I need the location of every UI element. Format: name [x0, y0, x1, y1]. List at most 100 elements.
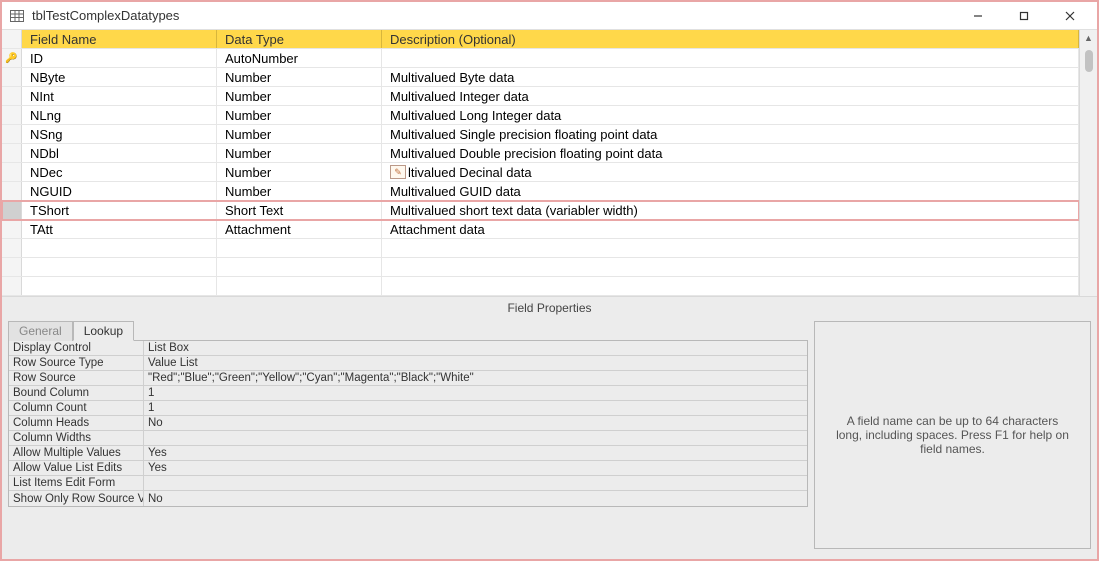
field-row[interactable]: TAttAttachmentAttachment data — [2, 220, 1079, 239]
row-selector[interactable] — [2, 106, 22, 124]
scroll-thumb[interactable] — [1085, 50, 1093, 72]
cell-field-name[interactable] — [22, 239, 217, 257]
cell-data-type[interactable]: Number — [217, 144, 382, 162]
cell-data-type[interactable]: Attachment — [217, 220, 382, 238]
field-row[interactable] — [2, 277, 1079, 296]
row-selector[interactable] — [2, 68, 22, 86]
cell-data-type[interactable] — [217, 277, 382, 295]
row-selector[interactable] — [2, 277, 22, 295]
row-selector[interactable] — [2, 125, 22, 143]
cell-description[interactable]: Multivalued Byte data — [382, 68, 1079, 86]
cell-description[interactable]: Multivalued Single precision floating po… — [382, 125, 1079, 143]
field-row[interactable]: NSngNumberMultivalued Single precision f… — [2, 125, 1079, 144]
cell-description[interactable] — [382, 258, 1079, 276]
cell-data-type[interactable] — [217, 258, 382, 276]
tab-lookup[interactable]: Lookup — [73, 321, 134, 341]
cell-description[interactable]: Multivalued short text data (variabler w… — [382, 201, 1079, 219]
row-selector[interactable] — [2, 182, 22, 200]
header-description[interactable]: Description (Optional) — [382, 30, 1079, 48]
cell-field-name[interactable]: NDec — [22, 163, 217, 181]
cell-field-name[interactable]: NSng — [22, 125, 217, 143]
cell-field-name[interactable]: NGUID — [22, 182, 217, 200]
field-row[interactable] — [2, 258, 1079, 277]
cell-data-type[interactable]: Number — [217, 87, 382, 105]
property-value[interactable]: List Box — [144, 341, 807, 355]
property-value[interactable]: Value List — [144, 356, 807, 370]
property-value[interactable]: 1 — [144, 386, 807, 400]
cell-description[interactable]: Attachment data — [382, 220, 1079, 238]
minimize-button[interactable] — [955, 2, 1001, 30]
field-row[interactable] — [2, 239, 1079, 258]
property-value[interactable] — [144, 431, 807, 445]
property-row[interactable]: Column Widths — [9, 431, 807, 446]
property-value[interactable]: No — [144, 416, 807, 430]
cell-field-name[interactable]: TShort — [22, 201, 217, 219]
cell-field-name[interactable]: NInt — [22, 87, 217, 105]
cell-field-name[interactable] — [22, 277, 217, 295]
row-selector[interactable] — [2, 87, 22, 105]
property-row[interactable]: Allow Value List EditsYes — [9, 461, 807, 476]
property-value[interactable]: Yes — [144, 461, 807, 475]
tab-general[interactable]: General — [8, 321, 73, 341]
property-row[interactable]: Column HeadsNo — [9, 416, 807, 431]
property-row[interactable]: Allow Multiple ValuesYes — [9, 446, 807, 461]
cell-data-type[interactable] — [217, 239, 382, 257]
row-selector[interactable] — [2, 258, 22, 276]
smart-tag-icon[interactable]: ✎ — [390, 165, 406, 179]
cell-description[interactable]: ✎ltivalued Decinal data — [382, 163, 1079, 181]
property-row[interactable]: Bound Column1 — [9, 386, 807, 401]
property-value[interactable] — [144, 476, 807, 490]
field-row[interactable]: NDecNumber✎ltivalued Decinal data — [2, 163, 1079, 182]
property-row[interactable]: Display ControlList Box — [9, 341, 807, 356]
vertical-scrollbar[interactable]: ▲ — [1079, 30, 1097, 296]
row-selector[interactable] — [2, 163, 22, 181]
cell-data-type[interactable]: AutoNumber — [217, 49, 382, 67]
close-button[interactable] — [1047, 2, 1093, 30]
cell-field-name[interactable]: TAtt — [22, 220, 217, 238]
row-selector[interactable] — [2, 239, 22, 257]
cell-description[interactable]: Multivalued Integer data — [382, 87, 1079, 105]
cell-field-name[interactable] — [22, 258, 217, 276]
row-selector[interactable]: 🔑 — [2, 49, 22, 67]
property-value[interactable]: "Red";"Blue";"Green";"Yellow";"Cyan";"Ma… — [144, 371, 807, 385]
cell-data-type[interactable]: Number — [217, 163, 382, 181]
field-row[interactable]: NDblNumberMultivalued Double precision f… — [2, 144, 1079, 163]
field-row[interactable]: NByteNumberMultivalued Byte data — [2, 68, 1079, 87]
header-data-type[interactable]: Data Type — [217, 30, 382, 48]
cell-description[interactable]: Multivalued Long Integer data — [382, 106, 1079, 124]
property-value[interactable]: 1 — [144, 401, 807, 415]
maximize-button[interactable] — [1001, 2, 1047, 30]
property-row[interactable]: Row Source TypeValue List — [9, 356, 807, 371]
scroll-up-icon[interactable]: ▲ — [1084, 32, 1093, 44]
cell-field-name[interactable]: NDbl — [22, 144, 217, 162]
cell-data-type[interactable]: Number — [217, 68, 382, 86]
cell-field-name[interactable]: ID — [22, 49, 217, 67]
property-row[interactable]: Show Only Row Source VNo — [9, 491, 807, 506]
cell-description[interactable]: Multivalued GUID data — [382, 182, 1079, 200]
cell-data-type[interactable]: Number — [217, 106, 382, 124]
property-row[interactable]: List Items Edit Form — [9, 476, 807, 491]
property-value[interactable]: Yes — [144, 446, 807, 460]
cell-field-name[interactable]: NLng — [22, 106, 217, 124]
row-selector[interactable] — [2, 201, 22, 219]
field-row[interactable]: NLngNumberMultivalued Long Integer data — [2, 106, 1079, 125]
field-row[interactable]: 🔑IDAutoNumber — [2, 49, 1079, 68]
cell-data-type[interactable]: Number — [217, 125, 382, 143]
cell-data-type[interactable]: Short Text — [217, 201, 382, 219]
cell-description[interactable] — [382, 239, 1079, 257]
cell-description[interactable]: Multivalued Double precision floating po… — [382, 144, 1079, 162]
properties-table[interactable]: Display ControlList BoxRow Source TypeVa… — [8, 340, 808, 507]
property-row[interactable]: Row Source"Red";"Blue";"Green";"Yellow";… — [9, 371, 807, 386]
property-row[interactable]: Column Count1 — [9, 401, 807, 416]
field-row[interactable]: TShortShort TextMultivalued short text d… — [2, 201, 1079, 220]
row-selector[interactable] — [2, 144, 22, 162]
cell-description[interactable] — [382, 277, 1079, 295]
header-field-name[interactable]: Field Name — [22, 30, 217, 48]
property-value[interactable]: No — [144, 491, 807, 506]
field-grid[interactable]: Field Name Data Type Description (Option… — [2, 30, 1079, 296]
cell-description[interactable] — [382, 49, 1079, 67]
cell-field-name[interactable]: NByte — [22, 68, 217, 86]
field-row[interactable]: NIntNumberMultivalued Integer data — [2, 87, 1079, 106]
field-row[interactable]: NGUIDNumberMultivalued GUID data — [2, 182, 1079, 201]
cell-data-type[interactable]: Number — [217, 182, 382, 200]
